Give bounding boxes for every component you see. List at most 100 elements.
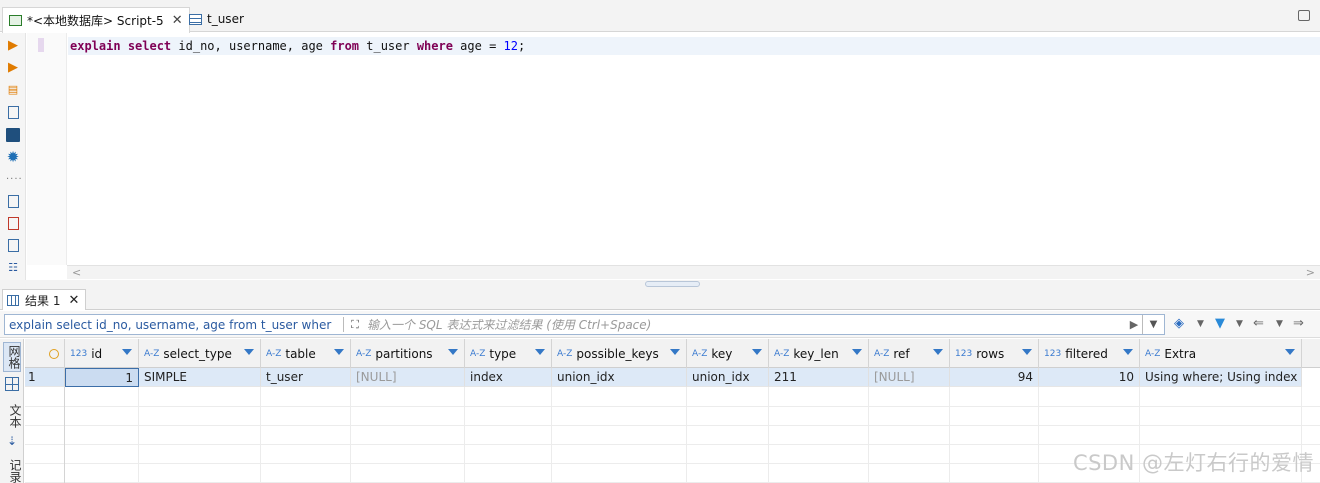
column-name: key_len xyxy=(793,346,839,361)
column-header-partitions[interactable]: A-Z partitions xyxy=(351,339,465,368)
tab-results-1[interactable]: 结果 1 ✕ xyxy=(2,289,87,310)
chevron-down-icon[interactable]: ▼ xyxy=(1197,315,1204,333)
outline-icon[interactable]: ☷ xyxy=(6,261,20,275)
explain-plan-icon[interactable] xyxy=(8,106,19,119)
table-cell[interactable]: 1 xyxy=(65,368,139,387)
grid-line xyxy=(138,387,139,483)
column-header-ref[interactable]: A-Z ref xyxy=(869,339,950,368)
string-type-icon: A-Z xyxy=(144,348,160,359)
editor-horizontal-scrollbar[interactable]: < > xyxy=(67,265,1320,279)
sort-filter-icon[interactable] xyxy=(244,349,254,355)
execute-statement-new-tab-icon[interactable]: ▶ xyxy=(6,61,20,75)
grid-line xyxy=(260,387,261,483)
export-icon[interactable] xyxy=(8,195,19,208)
import-icon[interactable] xyxy=(8,217,19,230)
sort-filter-icon[interactable] xyxy=(535,349,545,355)
table-cell[interactable]: index xyxy=(465,368,552,387)
expand-icon[interactable]: ⛶ xyxy=(347,318,363,332)
column-name: partitions xyxy=(375,346,433,361)
tab-script-5[interactable]: *<本地数据库> Script-5 ✕ xyxy=(2,7,190,33)
splitter-grip[interactable] xyxy=(645,281,700,287)
row-number[interactable]: 1 xyxy=(25,368,65,387)
sql-editor[interactable]: explain select id_no, username, age from… xyxy=(27,33,1320,265)
gear-icon[interactable]: ✹ xyxy=(6,150,20,165)
sort-filter-icon[interactable] xyxy=(1123,349,1133,355)
grid-icon xyxy=(7,294,19,306)
table-cell[interactable]: Using where; Using index xyxy=(1140,368,1302,387)
filter-input[interactable]: 输入一个 SQL 表达式来过滤结果 (使用 Ctrl+Space) xyxy=(363,316,1126,333)
string-type-icon: A-Z xyxy=(1145,348,1161,359)
more-icon[interactable]: ···· xyxy=(6,173,22,187)
filter-query-text[interactable]: explain select id_no, username, age from… xyxy=(5,318,340,332)
results-view-switcher: 网格 文本 ⇣ 记录 xyxy=(0,339,24,483)
table-cell[interactable]: union_idx xyxy=(687,368,769,387)
table-cell[interactable]: SIMPLE xyxy=(139,368,261,387)
chevron-down-icon[interactable]: ▼ xyxy=(1276,315,1283,333)
tab-t-user[interactable]: t_user xyxy=(183,6,250,32)
grid-header: 123 id A-Z select_type A-Z table A-Z partitions… xyxy=(25,339,1320,368)
chevron-down-icon[interactable]: ▼ xyxy=(1236,315,1243,333)
column-header-key[interactable]: A-Z key xyxy=(687,339,769,368)
close-icon[interactable]: ✕ xyxy=(68,293,79,308)
column-name: rows xyxy=(976,346,1005,361)
panel-splitter[interactable] xyxy=(0,280,1320,288)
table-cell[interactable]: [NULL] xyxy=(869,368,950,387)
table-cell[interactable]: t_user xyxy=(261,368,351,387)
divider xyxy=(343,317,344,332)
table-cell[interactable]: 10 xyxy=(1039,368,1140,387)
format-sql-icon[interactable] xyxy=(8,239,19,252)
sort-filter-icon[interactable] xyxy=(1285,349,1295,355)
apply-filter-icon[interactable]: ▶ xyxy=(1126,318,1142,331)
close-icon[interactable]: ✕ xyxy=(172,13,183,28)
numeric-type-icon: 123 xyxy=(955,348,973,359)
execute-script-icon[interactable]: ▤ xyxy=(6,83,20,97)
execute-statement-icon[interactable]: ▶ xyxy=(6,39,20,53)
current-line-marker xyxy=(38,38,44,52)
status-circle-icon xyxy=(48,348,59,359)
column-header-table[interactable]: A-Z table xyxy=(261,339,351,368)
column-header-select-type[interactable]: A-Z select_type xyxy=(139,339,261,368)
sort-filter-icon[interactable] xyxy=(1022,349,1032,355)
eraser-icon[interactable]: ◈ xyxy=(1174,315,1184,333)
sort-filter-icon[interactable] xyxy=(852,349,862,355)
grid-line xyxy=(350,387,351,483)
grid-line xyxy=(686,387,687,483)
scroll-right-icon[interactable]: > xyxy=(1306,266,1315,279)
column-header-possible-keys[interactable]: A-Z possible_keys xyxy=(552,339,687,368)
grid-icon[interactable] xyxy=(5,377,19,391)
column-header-type[interactable]: A-Z type xyxy=(465,339,552,368)
scroll-left-icon[interactable]: < xyxy=(72,266,81,279)
view-record-tab[interactable]: 记录 xyxy=(3,459,21,483)
maximize-icon[interactable] xyxy=(1298,10,1310,21)
output-console-icon[interactable] xyxy=(6,128,20,142)
column-header-id[interactable]: 123 id xyxy=(65,339,139,368)
table-icon xyxy=(189,13,202,25)
filter-history-dropdown[interactable]: ▼ xyxy=(1142,315,1164,334)
sql-code[interactable]: explain select id_no, username, age from… xyxy=(70,39,525,53)
table-cell[interactable]: 94 xyxy=(950,368,1039,387)
sort-filter-icon[interactable] xyxy=(933,349,943,355)
column-header-rows[interactable]: 123 rows xyxy=(950,339,1039,368)
view-text-tab[interactable]: 文本 xyxy=(3,401,22,431)
sort-filter-icon[interactable] xyxy=(752,349,762,355)
column-header-key-len[interactable]: A-Z key_len xyxy=(769,339,869,368)
back-icon[interactable]: ⇐ xyxy=(1253,315,1264,333)
grid-line xyxy=(949,387,950,483)
sort-filter-icon[interactable] xyxy=(122,349,132,355)
column-header-extra[interactable]: A-Z Extra xyxy=(1140,339,1302,368)
table-cell[interactable]: union_idx xyxy=(552,368,687,387)
sql-keyword: from xyxy=(330,39,360,53)
sort-filter-icon[interactable] xyxy=(448,349,458,355)
sort-filter-icon[interactable] xyxy=(334,349,344,355)
filter-icon[interactable]: ▼ xyxy=(1215,315,1225,333)
column-name: key xyxy=(711,346,733,361)
table-cell[interactable]: 211 xyxy=(769,368,869,387)
column-header-filtered[interactable]: 123 filtered xyxy=(1039,339,1140,368)
string-type-icon: A-Z xyxy=(470,348,486,359)
view-grid-tab[interactable]: 网格 xyxy=(3,342,21,372)
text-icon[interactable]: ⇣ xyxy=(3,435,21,448)
forward-icon[interactable]: ⇒ xyxy=(1293,315,1304,333)
sort-filter-icon[interactable] xyxy=(670,349,680,355)
table-cell[interactable]: [NULL] xyxy=(351,368,465,387)
